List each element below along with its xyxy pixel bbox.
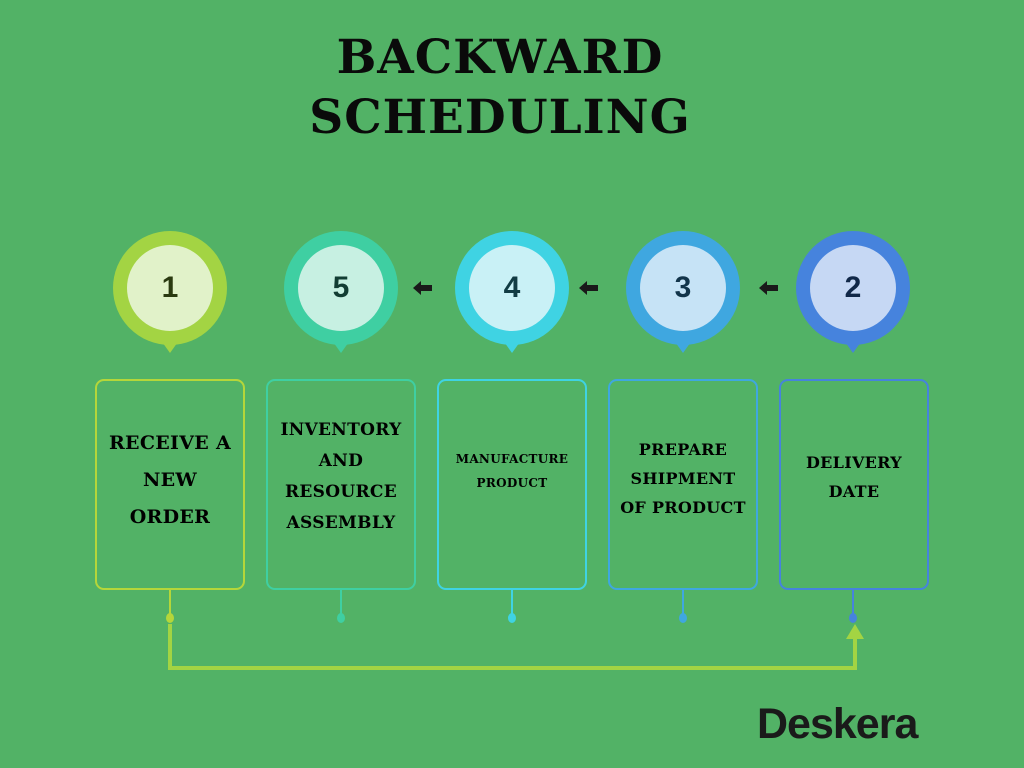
loop-connector	[168, 624, 864, 670]
deskera-logo: Deskera	[757, 700, 918, 748]
loop-connector-line	[168, 624, 857, 670]
arrow-up-icon	[846, 624, 864, 639]
